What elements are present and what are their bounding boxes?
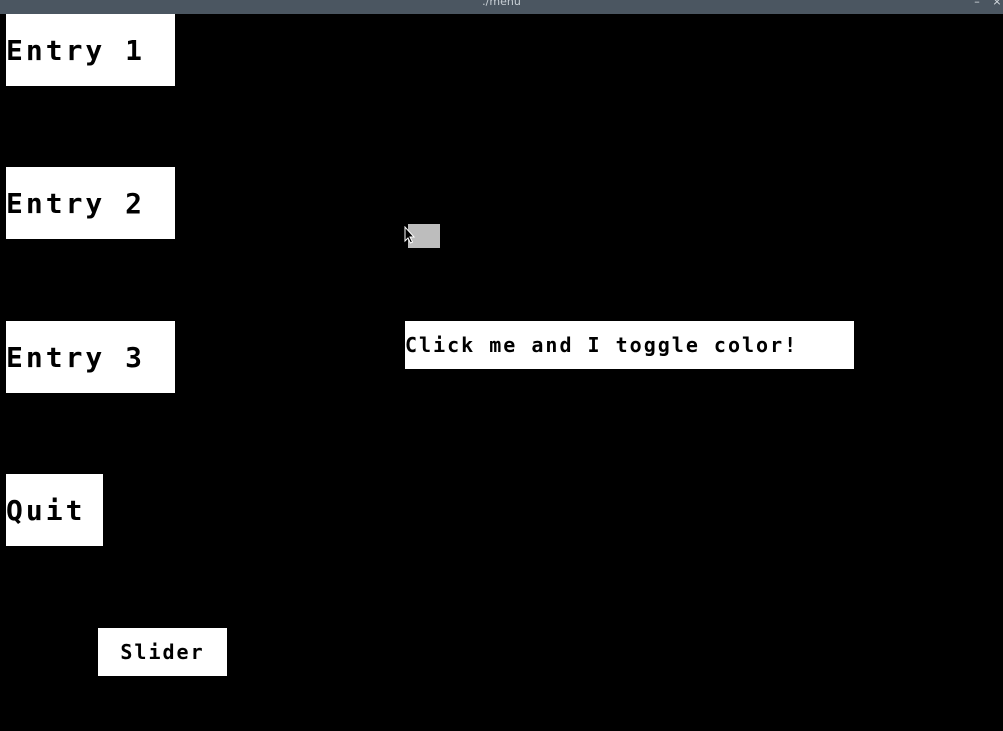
quit-button[interactable]: Quit: [6, 474, 103, 546]
window-titlebar[interactable]: ./menu – ×: [0, 0, 1003, 14]
window-title: ./menu: [482, 0, 521, 8]
menu-canvas: Entry 1 Entry 2 Entry 3 Quit Click me an…: [0, 14, 1003, 731]
entry-1-button[interactable]: Entry 1: [6, 14, 175, 86]
app-window: ./menu – × Entry 1 Entry 2 Entry 3 Quit …: [0, 0, 1003, 731]
entry-3-button[interactable]: Entry 3: [6, 321, 175, 393]
entry-1-label: Entry 1: [6, 33, 146, 67]
slider-button[interactable]: Slider: [98, 628, 227, 676]
quit-label: Quit: [6, 493, 86, 527]
color-indicator: [408, 224, 440, 248]
entry-2-button[interactable]: Entry 2: [6, 167, 175, 239]
toggle-color-button[interactable]: Click me and I toggle color!: [405, 321, 854, 369]
minimize-button[interactable]: –: [971, 0, 983, 8]
toggle-color-label: Click me and I toggle color!: [405, 333, 799, 357]
close-button[interactable]: ×: [991, 0, 1003, 8]
slider-label: Slider: [120, 640, 205, 664]
entry-3-label: Entry 3: [6, 340, 146, 374]
entry-2-label: Entry 2: [6, 186, 146, 220]
